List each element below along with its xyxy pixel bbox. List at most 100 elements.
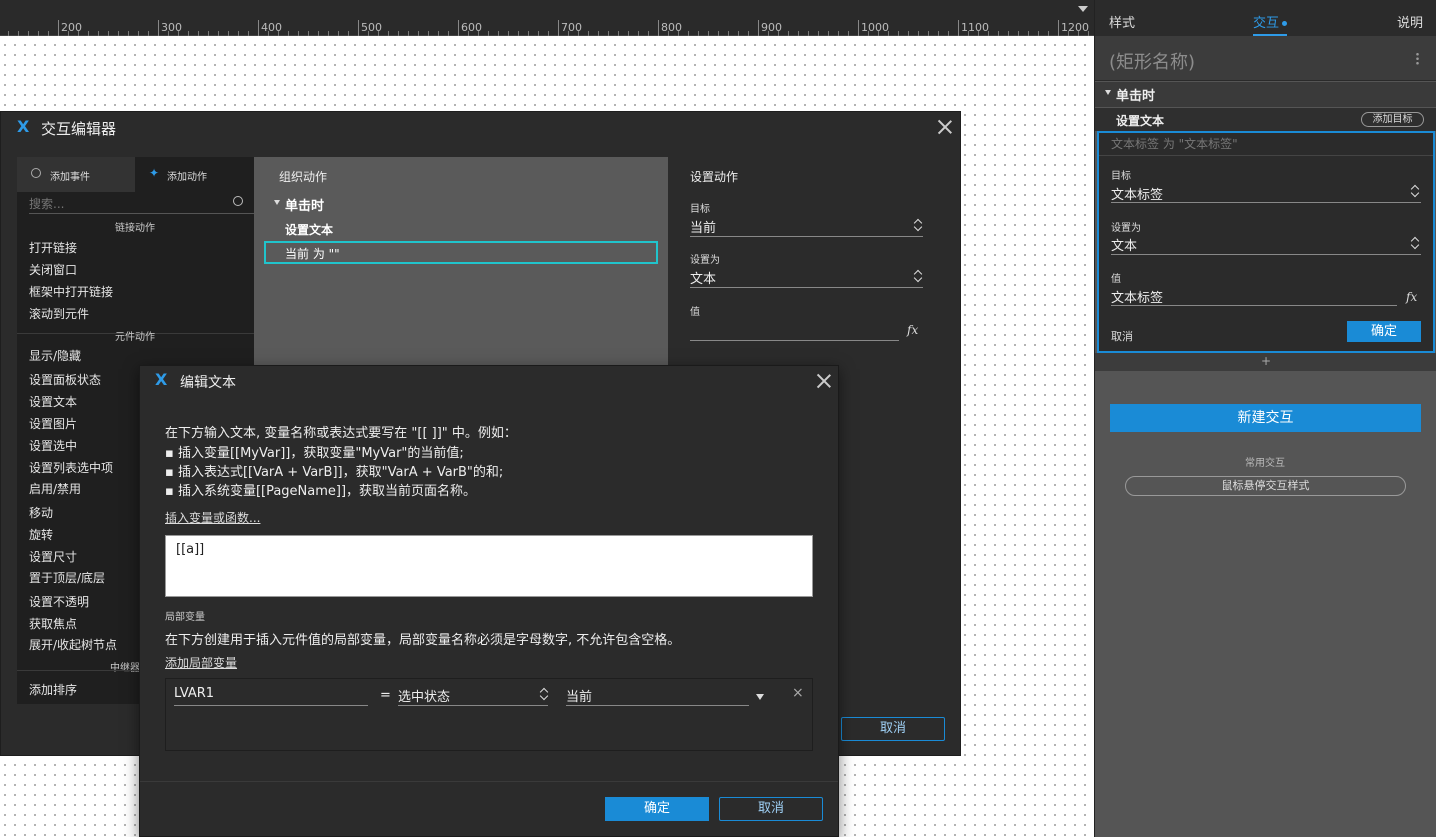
insert-variable-link[interactable]: 插入变量或函数... xyxy=(165,509,260,526)
action-add-sort[interactable]: 添加排序 xyxy=(29,681,77,698)
event-header[interactable]: 单击时 xyxy=(1095,82,1436,107)
target-updown-icon[interactable] xyxy=(914,218,922,232)
action-scroll-to[interactable]: 滚动到元件 xyxy=(29,305,89,322)
var-name-input[interactable]: LVAR1 xyxy=(174,686,214,701)
var-type-updown-icon[interactable] xyxy=(540,687,548,701)
cancel-button[interactable]: 取消 xyxy=(719,797,823,821)
value-input[interactable]: 文本标签 xyxy=(1111,287,1163,306)
collapse-arrow-icon[interactable] xyxy=(274,200,280,205)
search-underline xyxy=(29,213,254,214)
ruler-major-tick xyxy=(358,20,359,36)
action-set-list-selected[interactable]: 设置列表选中项 xyxy=(29,459,113,476)
close-icon[interactable] xyxy=(817,374,831,388)
value-underline xyxy=(1111,305,1397,306)
set-as-select[interactable]: 文本 xyxy=(1111,235,1137,254)
ruler-minor-tick xyxy=(768,31,769,36)
action-set-text[interactable]: 设置文本 xyxy=(29,393,77,410)
ruler-minor-tick xyxy=(538,31,539,36)
target-select[interactable]: 当前 xyxy=(690,217,716,236)
set-as-label: 设置为 xyxy=(1111,223,1141,234)
ruler-minor-tick xyxy=(528,31,529,36)
action-open-link[interactable]: 打开链接 xyxy=(29,239,77,256)
set-as-updown-icon[interactable] xyxy=(914,269,922,283)
set-as-updown-icon[interactable] xyxy=(1411,236,1419,250)
remove-variable-icon[interactable]: × xyxy=(792,685,804,701)
close-icon[interactable] xyxy=(938,120,952,134)
ruler-minor-tick xyxy=(668,31,669,36)
ruler-major-tick xyxy=(258,20,259,36)
action-set-selected[interactable]: 设置选中 xyxy=(29,437,77,454)
new-interaction-button[interactable]: 新建交互 xyxy=(1110,404,1421,432)
confirm-button[interactable]: 确定 xyxy=(1347,321,1421,342)
value-underline[interactable] xyxy=(690,340,899,341)
search-icon[interactable] xyxy=(233,196,243,206)
add-local-variable-link[interactable]: 添加局部变量 xyxy=(165,654,237,671)
var-target-dropdown-icon[interactable] xyxy=(756,694,764,700)
ruler-minor-tick xyxy=(48,31,49,36)
action-set-panel-state[interactable]: 设置面板状态 xyxy=(29,371,101,388)
ruler-minor-tick xyxy=(708,31,709,36)
set-as-label: 设置为 xyxy=(690,255,720,266)
fx-icon[interactable]: fx xyxy=(1406,290,1417,304)
var-target-select[interactable]: 当前 xyxy=(566,686,592,705)
search-input[interactable] xyxy=(29,195,229,212)
instructions-line-3: ▪ 插入表达式[[VarA + VarB]]，获取"VarA + VarB"的和… xyxy=(165,465,504,480)
text-editor-area[interactable]: [[a]] xyxy=(165,535,813,597)
instructions-line-4: ▪ 插入系统变量[[PageName]]，获取当前页面名称。 xyxy=(165,484,477,499)
action-rotate[interactable]: 旋转 xyxy=(29,526,53,543)
action-enable-disable[interactable]: 启用/禁用 xyxy=(29,480,81,497)
tab-interactions[interactable]: 交互 xyxy=(1253,12,1288,36)
tab-add-action[interactable]: ✦ 添加动作 xyxy=(135,157,254,192)
ruler-minor-tick xyxy=(88,31,89,36)
add-target-button[interactable]: 添加目标 xyxy=(1361,112,1424,127)
tab-style[interactable]: 样式 xyxy=(1109,12,1135,31)
action-open-in-frame[interactable]: 框架中打开链接 xyxy=(29,283,113,300)
action-focus[interactable]: 获取焦点 xyxy=(29,615,77,632)
add-action-bar[interactable]: + xyxy=(1095,353,1436,371)
fx-icon[interactable]: fx xyxy=(907,323,918,337)
action-set-size[interactable]: 设置尺寸 xyxy=(29,548,77,565)
ruler-minor-tick xyxy=(738,31,739,36)
ruler-minor-tick xyxy=(978,31,979,36)
confirm-button[interactable]: 确定 xyxy=(605,797,709,821)
ruler-minor-tick xyxy=(918,31,919,36)
target-label: 目标 xyxy=(690,204,710,215)
editor-cancel-button[interactable]: 取消 xyxy=(841,717,945,741)
tab-notes[interactable]: 说明 xyxy=(1397,12,1423,31)
collapse-arrow-icon[interactable] xyxy=(1105,90,1111,95)
org-event[interactable]: 单击时 xyxy=(285,195,324,214)
widget-name[interactable]: (矩形名称) xyxy=(1109,48,1195,74)
action-bring-front-back[interactable]: 置于顶层/底层 xyxy=(29,569,105,586)
hover-style-button[interactable]: 鼠标悬停交互样式 xyxy=(1125,476,1406,496)
target-select[interactable]: 文本标签 xyxy=(1111,184,1163,203)
ruler-minor-tick xyxy=(928,31,929,36)
action-set-opacity[interactable]: 设置不透明 xyxy=(29,593,89,610)
ruler-dropdown-icon[interactable] xyxy=(1078,6,1088,12)
ruler-minor-tick xyxy=(268,31,269,36)
action-set-image[interactable]: 设置图片 xyxy=(29,415,77,432)
plus-icon[interactable]: + xyxy=(1261,354,1271,368)
value-label: 值 xyxy=(1111,274,1121,285)
var-type-select[interactable]: 选中状态 xyxy=(398,686,450,705)
action-show-hide[interactable]: 显示/隐藏 xyxy=(29,347,81,364)
action-header[interactable]: 设置文本 添加目标 xyxy=(1095,108,1436,131)
more-options-icon[interactable] xyxy=(1416,52,1419,65)
tab-add-event[interactable]: 添加事件 xyxy=(17,157,135,192)
axure-logo-icon: X xyxy=(17,117,30,136)
ruler-minor-tick xyxy=(818,31,819,36)
action-close-window[interactable]: 关闭窗口 xyxy=(29,261,77,278)
cancel-link[interactable]: 取消 xyxy=(1111,328,1133,344)
action-move[interactable]: 移动 xyxy=(29,504,53,521)
ruler-minor-tick xyxy=(728,31,729,36)
ruler-minor-tick xyxy=(678,31,679,36)
action-expand-tree[interactable]: 展开/收起树节点 xyxy=(29,636,117,653)
target-select-updown-icon[interactable] xyxy=(1411,184,1419,198)
ruler-minor-tick xyxy=(228,31,229,36)
ruler-minor-tick xyxy=(488,31,489,36)
ruler-minor-tick xyxy=(138,31,139,36)
org-item-selected[interactable]: 当前 为 "" xyxy=(264,241,658,264)
target-underline xyxy=(1111,202,1421,203)
set-as-select[interactable]: 文本 xyxy=(690,268,716,287)
org-action[interactable]: 设置文本 xyxy=(285,221,333,238)
ruler-minor-tick xyxy=(278,31,279,36)
